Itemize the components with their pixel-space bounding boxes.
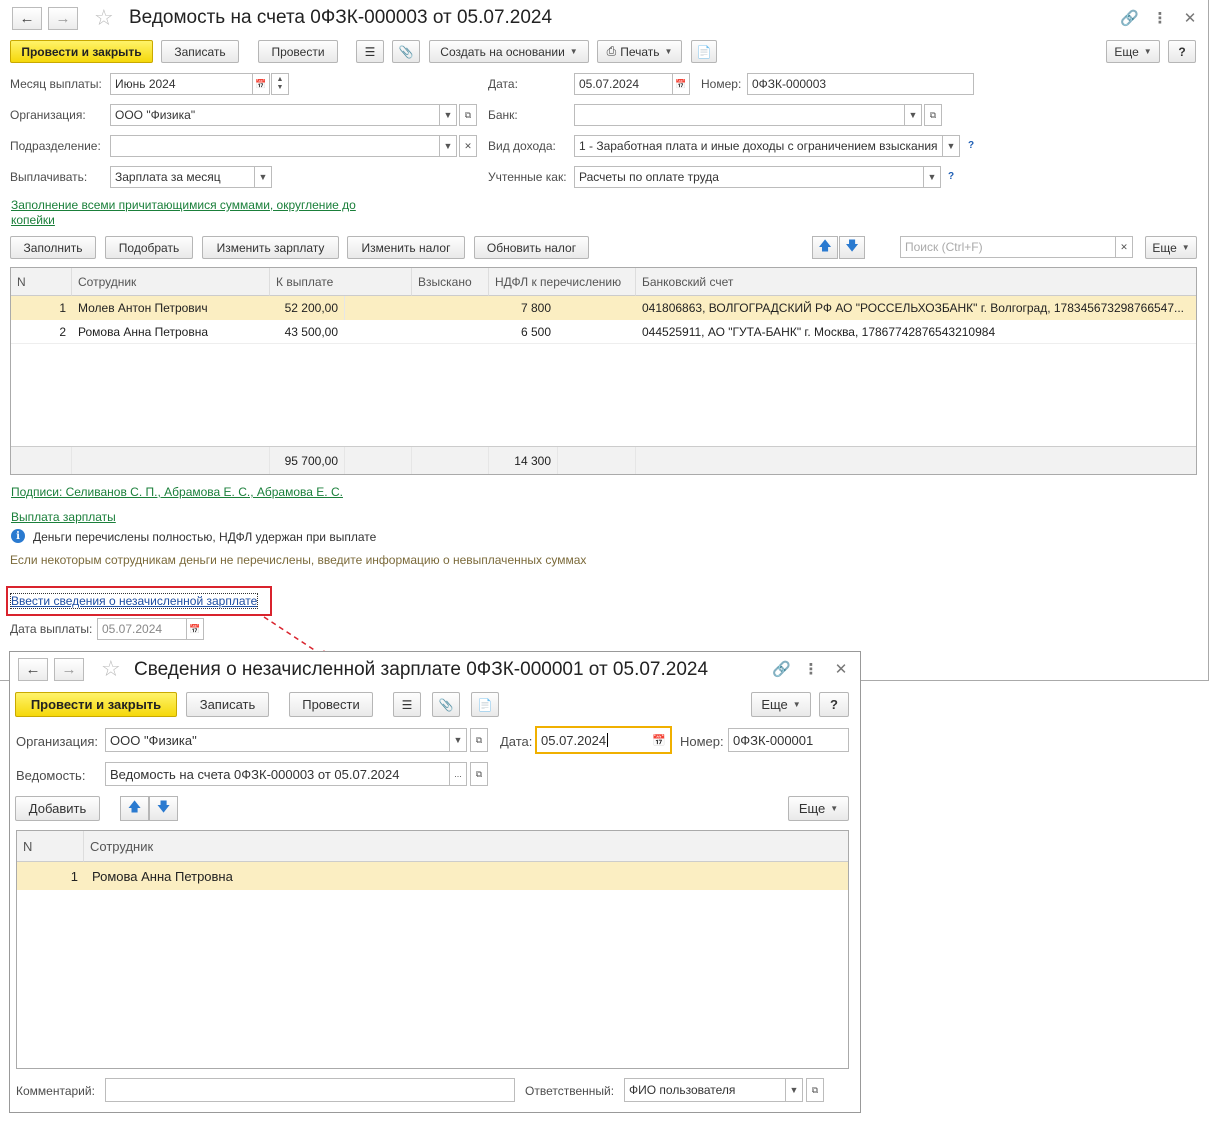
paperclip-icon: 📎 bbox=[438, 697, 454, 712]
responsible-input[interactable]: ФИО пользователя bbox=[624, 1078, 786, 1102]
date-label: Дата: bbox=[500, 734, 533, 749]
calendar-icon[interactable]: 📅 bbox=[652, 734, 666, 747]
move-up-icon[interactable]: 🡅 bbox=[120, 796, 149, 821]
attach-button[interactable]: 📎 bbox=[432, 692, 460, 717]
number-label: Номер: bbox=[680, 734, 724, 749]
table-more-button[interactable]: Еще ▼ bbox=[788, 796, 849, 821]
select-icon[interactable]: ... bbox=[449, 762, 467, 786]
move-down-icon[interactable]: 🡇 bbox=[149, 796, 178, 821]
open-icon[interactable]: ⧉ bbox=[470, 762, 488, 786]
help-button[interactable]: ? bbox=[819, 692, 849, 717]
arrow-line bbox=[263, 616, 323, 656]
list-icon: ☰ bbox=[401, 697, 413, 712]
statement-input[interactable]: Ведомость на счета 0ФЗК-000003 от 05.07.… bbox=[105, 762, 450, 786]
post-and-close-button[interactable]: Провести и закрыть bbox=[15, 692, 177, 717]
organization-label: Организация: bbox=[16, 734, 99, 749]
dropdown-icon[interactable]: ▼ bbox=[785, 1078, 803, 1102]
connector-arrow bbox=[263, 616, 331, 661]
post-button[interactable]: Провести bbox=[289, 692, 373, 717]
comment-input[interactable] bbox=[105, 1078, 515, 1102]
row-number: 1 bbox=[70, 868, 78, 884]
add-button[interactable]: Добавить bbox=[15, 796, 100, 821]
list-icon-button[interactable]: ☰ bbox=[393, 692, 421, 717]
back-button[interactable]: ← bbox=[18, 658, 48, 681]
close-icon[interactable]: ✕ bbox=[832, 660, 850, 678]
col-header-n[interactable]: N bbox=[17, 831, 84, 862]
open-icon[interactable]: ⧉ bbox=[470, 728, 488, 752]
comment-label: Комментарий: bbox=[16, 1084, 95, 1098]
dialog-window: ← → ☆ Сведения о незачисленной зарплате … bbox=[9, 651, 861, 1113]
forward-button[interactable]: → bbox=[54, 658, 84, 681]
caret-down-icon: ▼ bbox=[830, 804, 839, 813]
date-input[interactable]: 05.07.2024 📅 bbox=[535, 726, 672, 754]
responsible-label: Ответственный: bbox=[525, 1084, 615, 1098]
col-header-employee[interactable]: Сотрудник bbox=[84, 831, 848, 862]
statement-label: Ведомость: bbox=[16, 768, 86, 783]
open-icon[interactable]: ⧉ bbox=[806, 1078, 824, 1102]
document-clock-icon: 📄 bbox=[477, 697, 493, 712]
more-button[interactable]: Еще ▼ bbox=[751, 692, 811, 717]
dropdown-icon[interactable]: ▼ bbox=[449, 728, 467, 752]
employees-table[interactable]: N Сотрудник 1 Ромова Анна Петровна bbox=[16, 830, 849, 1069]
save-button[interactable]: Записать bbox=[186, 692, 269, 717]
favorite-star-icon[interactable]: ☆ bbox=[101, 658, 121, 680]
table-row[interactable]: 1 Ромова Анна Петровна bbox=[17, 862, 848, 890]
text-cursor bbox=[607, 733, 609, 747]
link-icon[interactable]: 🔗 bbox=[772, 660, 791, 678]
number-input[interactable]: 0ФЗК-000001 bbox=[728, 728, 849, 752]
row-employee: Ромова Анна Петровна bbox=[92, 868, 233, 884]
report-button[interactable]: 📄 bbox=[471, 692, 499, 717]
more-vertical-icon[interactable]: ⋮ bbox=[802, 660, 820, 678]
caret-down-icon: ▼ bbox=[792, 700, 801, 709]
dialog-title: Сведения о незачисленной зарплате 0ФЗК-0… bbox=[134, 659, 709, 680]
organization-input[interactable]: ООО "Физика" bbox=[105, 728, 450, 752]
